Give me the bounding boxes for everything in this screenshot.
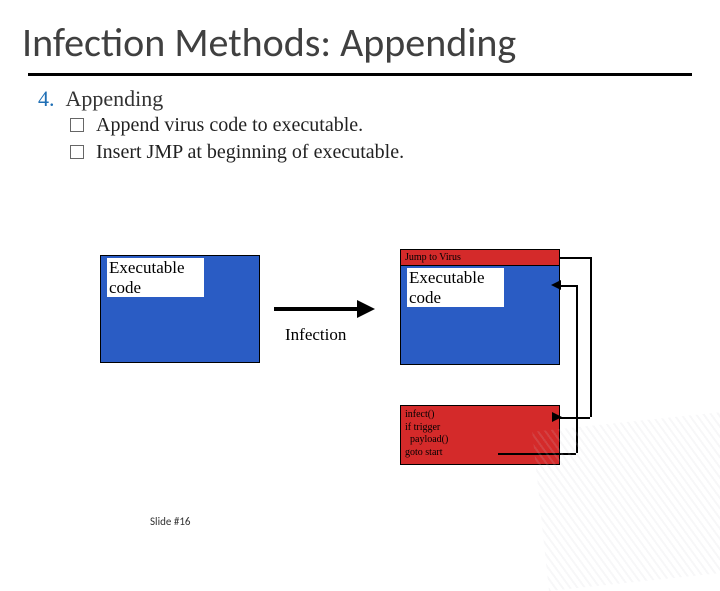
left-executable-box: Executable code xyxy=(100,255,260,363)
checkbox-icon xyxy=(70,118,84,132)
list-heading: Appending xyxy=(66,86,164,111)
jump-label: Jump to Virus xyxy=(405,252,461,263)
bullet-1-text: Append virus code to executable. xyxy=(96,114,363,136)
bullet-2: Insert JMP at beginning of executable. xyxy=(0,139,720,166)
right-executable-label: Executable code xyxy=(407,268,504,307)
list-number: 4. xyxy=(38,86,55,111)
infection-arrow-body xyxy=(274,307,359,311)
jump-arrow-head-icon xyxy=(552,412,572,422)
left-executable-label: Executable code xyxy=(107,258,204,297)
jump-arrow-seg xyxy=(590,257,592,417)
virus-code-box: infect() if trigger payload() goto start xyxy=(400,405,560,465)
slide-number: Slide #16 xyxy=(150,515,190,528)
bullet-1: Append virus code to executable. xyxy=(0,112,720,139)
goto-arrow-head-icon xyxy=(551,280,561,290)
diagram: Executable code Infection Jump to Virus … xyxy=(0,225,720,485)
checkbox-icon xyxy=(70,145,84,159)
virus-code-text: infect() if trigger payload() goto start xyxy=(405,409,555,459)
right-stack: Jump to Virus Executable code infect() i… xyxy=(400,249,560,465)
goto-arrow-seg xyxy=(498,453,576,455)
jump-instruction-box: Jump to Virus xyxy=(400,249,560,265)
list-item-4: 4. Appending xyxy=(0,76,720,112)
slide-title: Infection Methods: Appending xyxy=(0,0,720,73)
infection-label: Infection xyxy=(285,325,346,345)
right-executable-box: Executable code xyxy=(400,265,560,365)
goto-arrow-seg xyxy=(560,285,576,287)
gap xyxy=(400,365,560,405)
goto-arrow-seg xyxy=(576,285,578,453)
bullet-2-text: Insert JMP at beginning of executable. xyxy=(96,141,404,163)
jump-arrow-seg xyxy=(560,257,590,259)
infection-arrow-head-icon xyxy=(357,300,375,318)
